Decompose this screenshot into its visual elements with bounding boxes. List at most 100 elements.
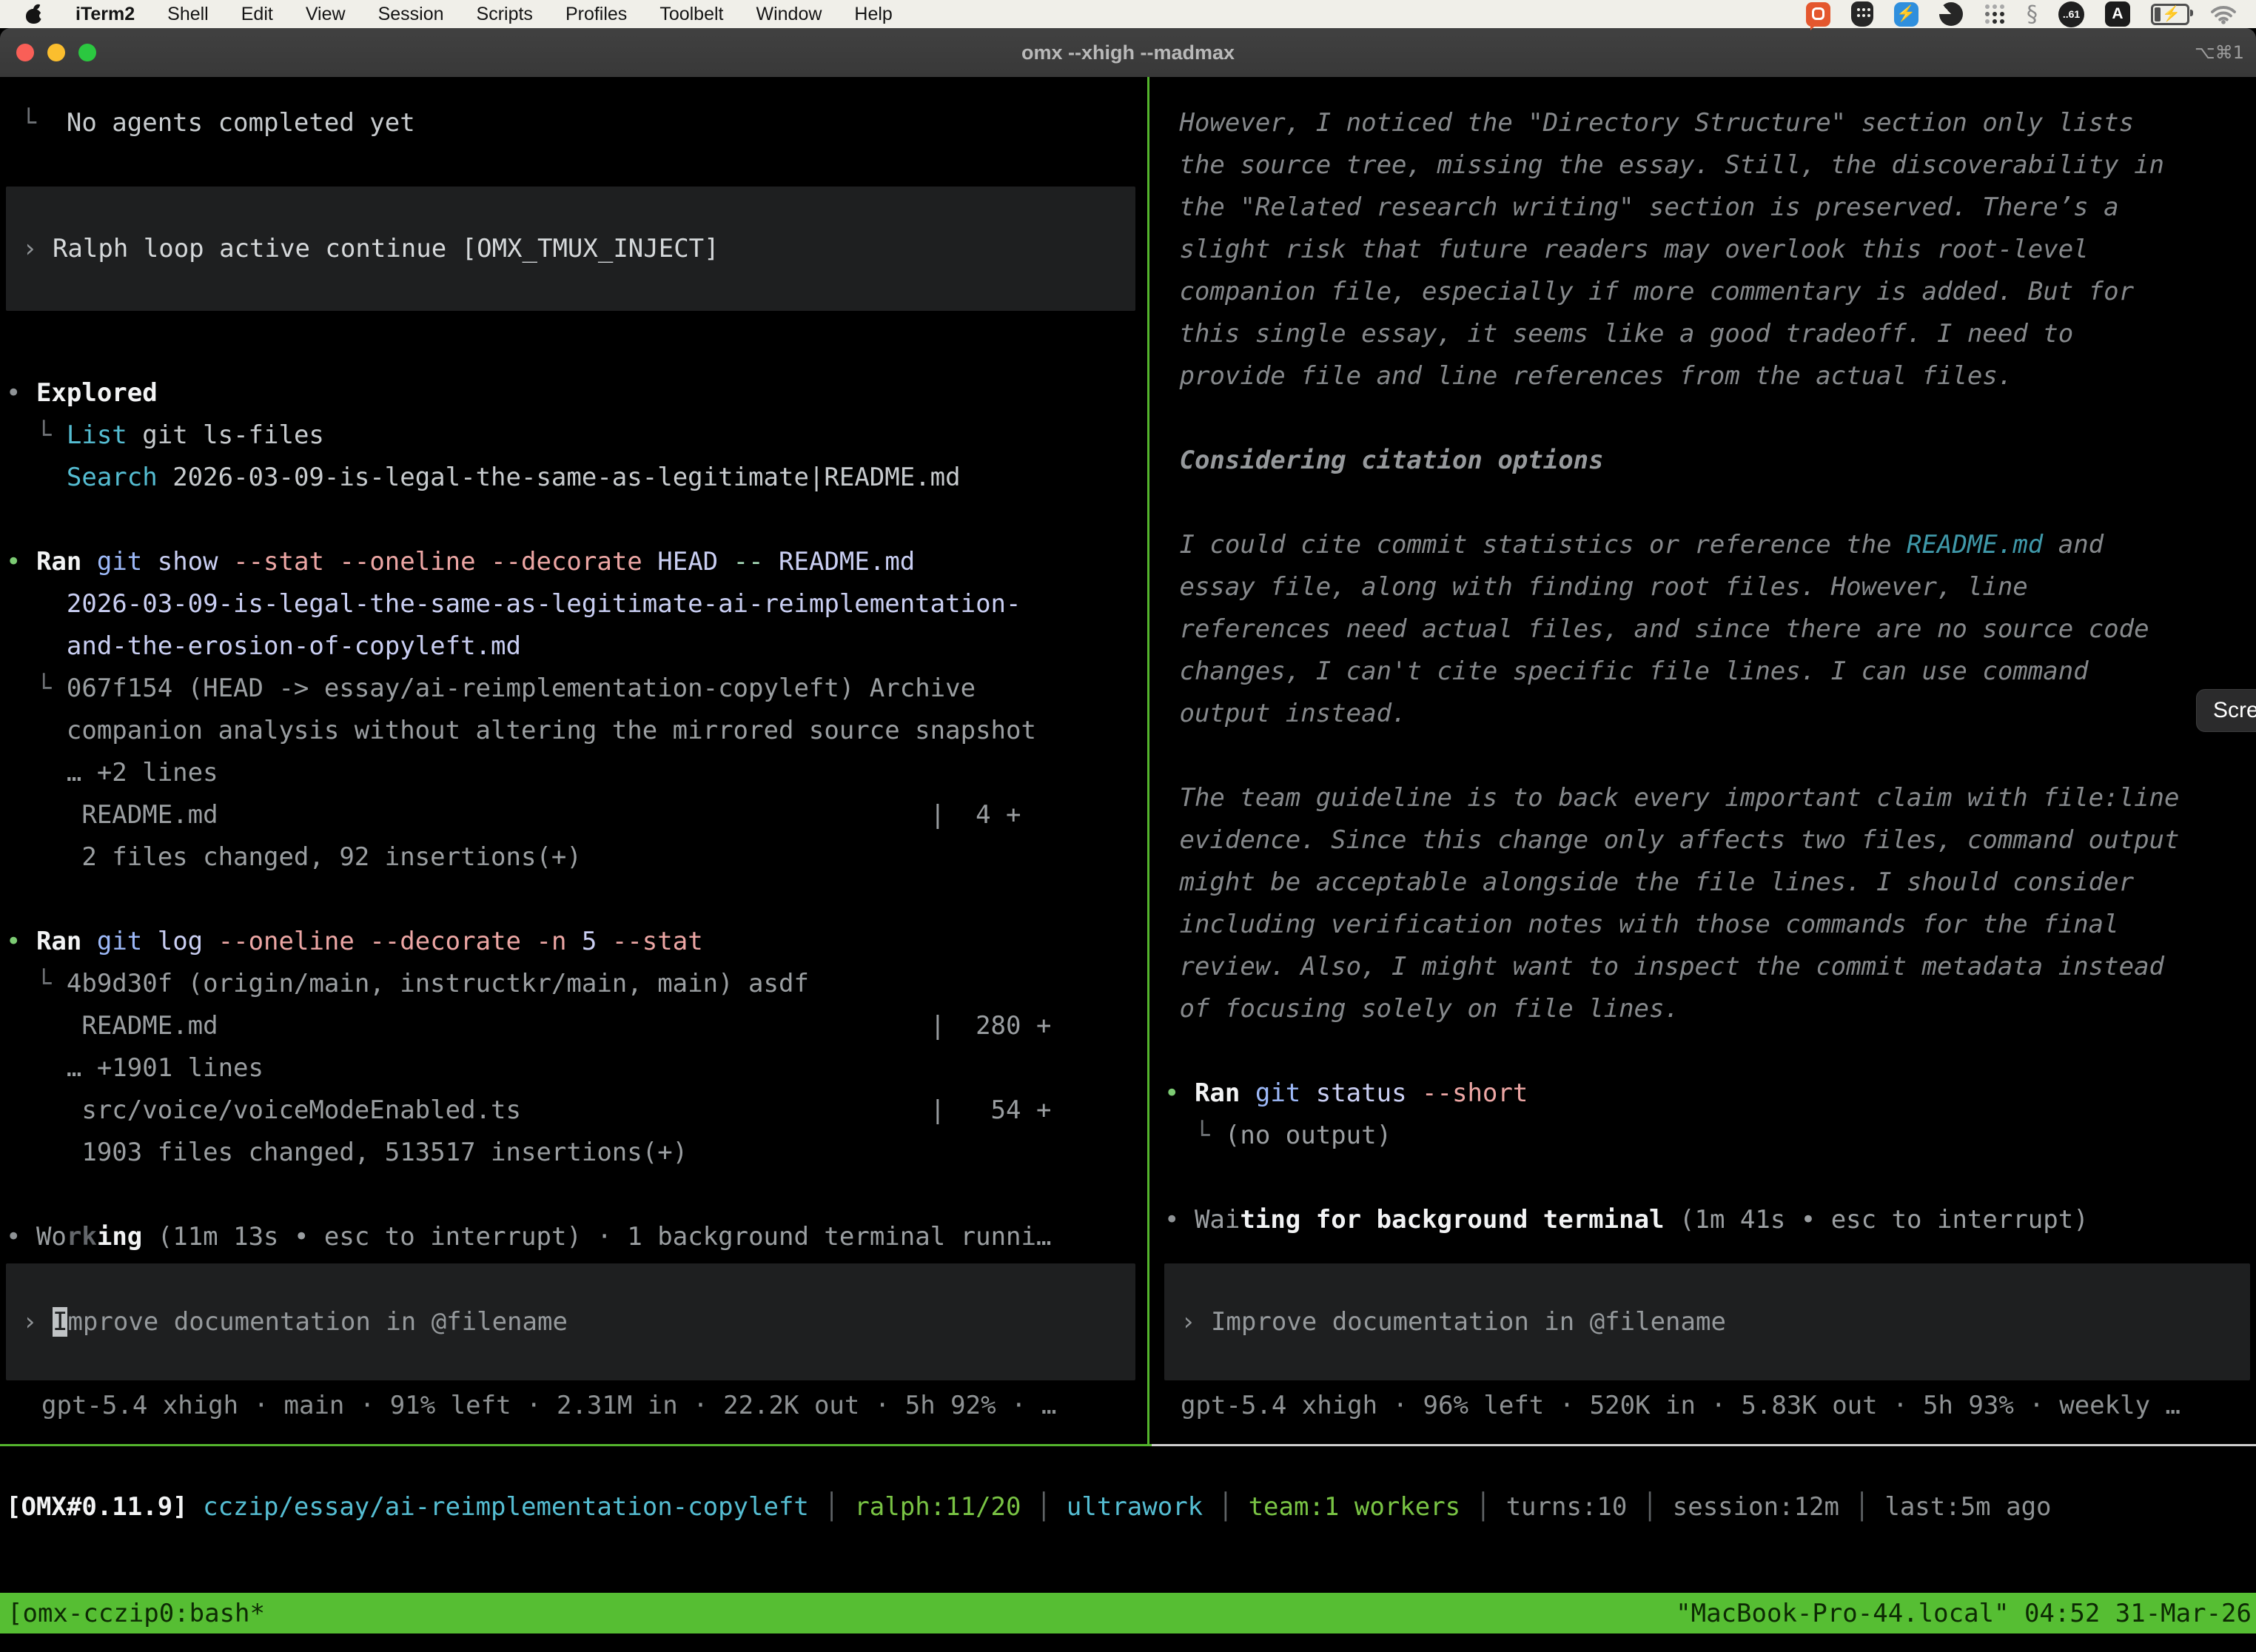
apple-menu-icon[interactable]: [25, 4, 43, 24]
terminal-line: src/voice/voiceModeEnabled.ts | 54 +: [0, 1089, 1141, 1132]
terminal-line: The team guideline is to back every impo…: [1158, 777, 2256, 819]
menu-item-scripts[interactable]: Scripts: [477, 4, 533, 25]
wifi-icon[interactable]: [2210, 4, 2237, 24]
terminal-line: essay file, along with finding root file…: [1158, 566, 2256, 608]
terminal-line: • Explored: [0, 372, 1141, 414]
menu-item-iterm2[interactable]: iTerm2: [75, 4, 135, 25]
terminal-line: 1903 files changed, 513517 insertions(+): [0, 1132, 1141, 1174]
keyboard-layout-icon[interactable]: A: [2105, 1, 2130, 27]
prompt-chevron: ›: [1164, 1307, 1211, 1337]
terminal-line: the source tree, missing the essay. Stil…: [1158, 144, 2256, 187]
terminal-line: [0, 1174, 1141, 1216]
chat-app-icon[interactable]: [1806, 2, 1830, 27]
grid-shield-icon[interactable]: [1851, 1, 1873, 27]
agent-input-box-left[interactable]: › Improve documentation in @filename: [6, 1263, 1135, 1380]
tmux-pane-divider[interactable]: [1147, 77, 1149, 1446]
left-pane-scrollback-top: └ No agents completed yet: [0, 102, 1141, 187]
terminal-line: 2026-03-09-is-legal-the-same-as-legitima…: [0, 583, 1141, 625]
agent-input-box-right[interactable]: › Improve documentation in @filename: [1164, 1263, 2250, 1380]
input-placeholder: Improve documentation in @filename: [1211, 1307, 1726, 1337]
terminal-line: Search 2026-03-09-is-legal-the-same-as-l…: [0, 457, 1141, 499]
terminal-line: changes, I can't cite specific file line…: [1158, 651, 2256, 693]
terminal-line: └ 4b9d30f (origin/main, instructkr/main,…: [0, 963, 1141, 1005]
tmux-session-window: [omx-cczip0:bash*: [0, 1599, 265, 1628]
agent-input-box-left-top[interactable]: › Ralph loop active continue [OMX_TMUX_I…: [6, 187, 1135, 311]
menu-item-shell[interactable]: Shell: [167, 4, 209, 25]
terminal-line: └ 067f154 (HEAD -> essay/ai-reimplementa…: [0, 668, 1141, 710]
window-title: omx --xhigh --madmax: [0, 41, 2256, 64]
menu-status-icons: ⚡ § ..61 A ⚡: [1806, 1, 2256, 27]
menu-item-session[interactable]: Session: [378, 4, 444, 25]
menu-item-toolbelt[interactable]: Toolbelt: [659, 4, 723, 25]
terminal-line: companion analysis without altering the …: [0, 710, 1141, 752]
iterm-window: omx --xhigh --madmax ⌥⌘1 └ No agents com…: [0, 28, 2256, 1652]
pane-bottom-border-active: [0, 1444, 1152, 1446]
terminal-line: the "Related research writing" section i…: [1158, 187, 2256, 229]
terminal-line: [1158, 1030, 2256, 1072]
terminal-line: and-the-erosion-of-copyleft.md: [0, 625, 1141, 668]
battery-bolt-icon: ⚡: [2162, 4, 2181, 23]
terminal-line: including verification notes with those …: [1158, 904, 2256, 946]
terminal-line: output instead.: [1158, 693, 2256, 735]
prompt-chevron: ›: [6, 234, 53, 263]
terminal-line: Considering citation options: [1158, 440, 2256, 482]
terminal-line: review. Also, I might want to inspect th…: [1158, 946, 2256, 988]
terminal-line: provide file and line references from th…: [1158, 355, 2256, 397]
tmux-pane-right[interactable]: However, I noticed the "Directory Struct…: [1158, 77, 2256, 1443]
terminal-line: • Waiting for background terminal (1m 41…: [1158, 1199, 2256, 1241]
terminal-line: • Ran git status --short: [1158, 1072, 2256, 1115]
badge-61-icon[interactable]: ..61: [2058, 1, 2084, 27]
terminal-line: of focusing solely on file lines.: [1158, 988, 2256, 1030]
terminal-line: └ (no output): [1158, 1115, 2256, 1157]
terminal-line: evidence. Since this change only affects…: [1158, 819, 2256, 862]
terminal-line: slight risk that future readers may over…: [1158, 229, 2256, 271]
left-pane-scrollback: • Explored └ List git ls-files Search 20…: [0, 330, 1141, 1258]
tmux-host-clock: "MacBook-Pro-44.local" 04:52 31-Mar-26: [1676, 1599, 2256, 1628]
hook-icon[interactable]: §: [2027, 1, 2038, 27]
terminal-line: [1158, 397, 2256, 440]
terminal-line: README.md | 280 +: [0, 1005, 1141, 1047]
window-title-bar[interactable]: omx --xhigh --madmax ⌥⌘1: [0, 28, 2256, 78]
pie-chart-icon[interactable]: [1939, 2, 1963, 26]
terminal-line: companion file, especially if more comme…: [1158, 271, 2256, 313]
terminal-line: [0, 330, 1141, 372]
terminal-area: └ No agents completed yet › Ralph loop a…: [0, 77, 2256, 1593]
terminal-line: • Ran git show --stat --oneline --decora…: [0, 541, 1141, 583]
window-shortcut-hint: ⌥⌘1: [2195, 42, 2244, 63]
tmux-pane-left[interactable]: └ No agents completed yet › Ralph loop a…: [0, 77, 1141, 1443]
menu-item-edit[interactable]: Edit: [241, 4, 273, 25]
screen-share-overlay-button[interactable]: Scre: [2196, 689, 2256, 732]
tmux-status-bar: [omx-cczip0:bash* "MacBook-Pro-44.local"…: [0, 1593, 2256, 1633]
menu-item-profiles[interactable]: Profiles: [565, 4, 627, 25]
terminal-line: … +2 lines: [0, 752, 1141, 794]
terminal-line: might be acceptable alongside the file l…: [1158, 862, 2256, 904]
terminal-line: However, I noticed the "Directory Struct…: [1158, 102, 2256, 144]
agent-status-line-right: gpt-5.4 xhigh · 96% left · 520K in · 5.8…: [1158, 1385, 2256, 1427]
terminal-line: [1158, 735, 2256, 777]
battery-icon[interactable]: ⚡: [2151, 4, 2189, 25]
menu-item-view[interactable]: View: [306, 4, 346, 25]
dots-grid-icon[interactable]: [1984, 3, 2006, 25]
omx-status-pane: [OMX#0.11.9] cczip/essay/ai-reimplementa…: [0, 1448, 2256, 1593]
text-cursor: I: [53, 1307, 67, 1337]
terminal-line: [OMX#0.11.9] cczip/essay/ai-reimplementa…: [0, 1486, 2256, 1528]
terminal-line: • Ran git log --oneline --decorate -n 5 …: [0, 921, 1141, 963]
agent-status-line-left: gpt-5.4 xhigh · main · 91% left · 2.31M …: [0, 1385, 1141, 1427]
terminal-line: references need actual files, and since …: [1158, 608, 2256, 651]
terminal-line: [0, 879, 1141, 921]
menu-item-window[interactable]: Window: [756, 4, 822, 25]
menu-item-help[interactable]: Help: [854, 4, 892, 25]
menu-bar: iTerm2 Shell Edit View Session Scripts P…: [0, 0, 2256, 28]
terminal-line: └ No agents completed yet: [0, 102, 1141, 144]
pane-bottom-border-inactive: [1152, 1444, 2256, 1446]
terminal-line: [1158, 1157, 2256, 1199]
terminal-line: └ List git ls-files: [0, 414, 1141, 457]
terminal-line: [1158, 482, 2256, 524]
terminal-line: this single essay, it seems like a good …: [1158, 313, 2256, 355]
terminal-line: … +1901 lines: [0, 1047, 1141, 1089]
input-text: Ralph loop active continue [OMX_TMUX_INJ…: [53, 234, 719, 263]
bolt-badge-icon[interactable]: ⚡: [1894, 2, 1918, 27]
terminal-line: [0, 144, 1141, 187]
terminal-line: I could cite commit statistics or refere…: [1158, 524, 2256, 566]
terminal-line: • Working (11m 13s • esc to interrupt) ·…: [0, 1216, 1141, 1258]
